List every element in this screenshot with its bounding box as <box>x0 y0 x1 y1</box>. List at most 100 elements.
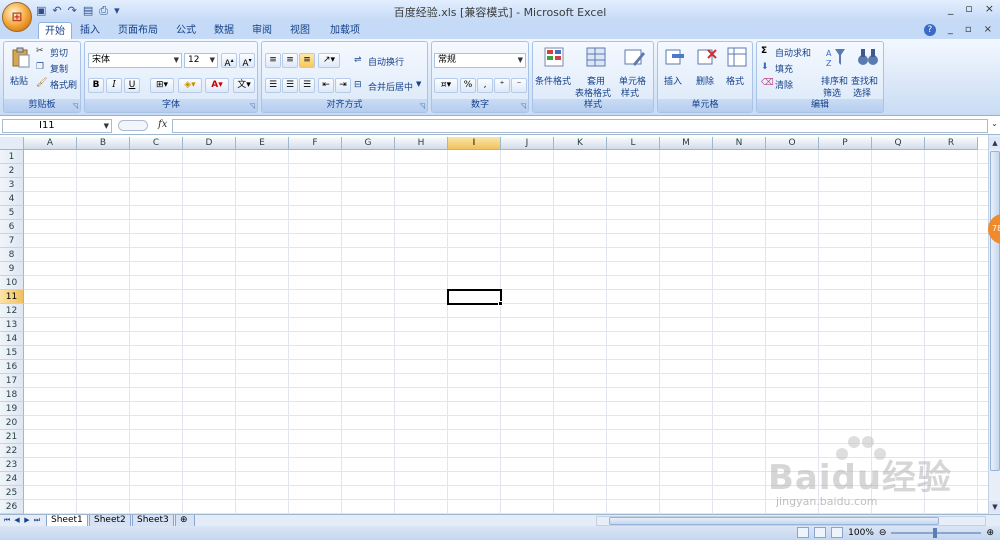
tab-data[interactable]: 数据 <box>208 22 240 39</box>
row-header-25[interactable]: 25 <box>0 486 24 500</box>
row-header-10[interactable]: 10 <box>0 276 24 290</box>
column-header-l[interactable]: L <box>607 137 660 150</box>
number-format-select[interactable]: 常规 ▼ <box>434 53 526 68</box>
insert-function-button[interactable]: fx <box>158 119 167 130</box>
delete-cells-button[interactable]: 删除 <box>692 44 722 100</box>
format-as-table-button[interactable]: 套用 表格格式 <box>575 44 615 100</box>
row-header-12[interactable]: 12 <box>0 304 24 318</box>
column-header-p[interactable]: P <box>819 137 872 150</box>
row-header-8[interactable]: 8 <box>0 248 24 262</box>
increase-indent-button[interactable]: ⇥ <box>335 78 351 93</box>
accounting-format-button[interactable]: ¤▾ <box>434 78 458 93</box>
align-middle-button[interactable]: ≡ <box>282 53 298 68</box>
column-header-m[interactable]: M <box>660 137 713 150</box>
tab-home[interactable]: 开始 <box>38 22 72 39</box>
row-header-23[interactable]: 23 <box>0 458 24 472</box>
column-header-r[interactable]: R <box>925 137 978 150</box>
expand-formula-bar-icon[interactable]: ⌄ <box>989 119 1000 133</box>
phonetic-button[interactable]: 文▾ <box>233 78 255 93</box>
find-select-button[interactable]: 查找和 选择 <box>851 44 883 100</box>
formula-input[interactable] <box>172 119 988 133</box>
first-sheet-icon[interactable]: ⏮ <box>2 515 12 526</box>
column-header-j[interactable]: J <box>501 137 554 150</box>
align-right-button[interactable]: ☰ <box>299 78 315 93</box>
row-header-17[interactable]: 17 <box>0 374 24 388</box>
row-header-2[interactable]: 2 <box>0 164 24 178</box>
column-header-a[interactable]: A <box>24 137 77 150</box>
ribbon-close-button[interactable]: × <box>984 24 992 36</box>
clear-button[interactable]: ⌫ 清除 <box>761 77 821 91</box>
italic-button[interactable]: I <box>106 78 122 93</box>
paste-button[interactable]: 粘贴 <box>8 44 32 96</box>
office-button[interactable]: ⊞ <box>2 2 32 32</box>
zoom-in-icon[interactable]: ⊕ <box>986 528 994 538</box>
next-sheet-icon[interactable]: ▶ <box>22 515 32 526</box>
column-header-k[interactable]: K <box>554 137 607 150</box>
page-break-view-button[interactable] <box>831 527 844 538</box>
maximize-button[interactable]: ▫ <box>965 2 972 15</box>
name-box[interactable]: I11 ▼ <box>2 119 112 133</box>
row-header-15[interactable]: 15 <box>0 346 24 360</box>
dialog-launcher-icon[interactable]: ◹ <box>521 102 526 110</box>
page-layout-view-button[interactable] <box>814 527 827 538</box>
row-header-13[interactable]: 13 <box>0 318 24 332</box>
row-header-16[interactable]: 16 <box>0 360 24 374</box>
conditional-formatting-button[interactable]: 条件格式 <box>535 44 573 100</box>
help-icon[interactable]: ? <box>923 24 936 36</box>
ribbon-restore-button[interactable]: ▫ <box>965 24 972 36</box>
row-header-19[interactable]: 19 <box>0 402 24 416</box>
tab-addins[interactable]: 加载项 <box>324 22 366 39</box>
scroll-down-icon[interactable]: ▼ <box>989 501 1000 513</box>
align-top-button[interactable]: ≡ <box>265 53 281 68</box>
fill-color-button[interactable]: ◈▾ <box>178 78 202 93</box>
percent-button[interactable]: % <box>460 78 476 93</box>
decrease-indent-button[interactable]: ⇤ <box>318 78 334 93</box>
font-name-select[interactable]: 宋体 ▼ <box>88 53 182 68</box>
column-header-n[interactable]: N <box>713 137 766 150</box>
zoom-knob[interactable] <box>933 527 938 538</box>
row-header-7[interactable]: 7 <box>0 234 24 248</box>
row-header-6[interactable]: 6 <box>0 220 24 234</box>
minimize-button[interactable]: _ <box>948 2 954 15</box>
column-header-o[interactable]: O <box>766 137 819 150</box>
row-header-26[interactable]: 26 <box>0 500 24 514</box>
align-left-button[interactable]: ☰ <box>265 78 281 93</box>
vertical-scrollbar[interactable]: ▲ ▼ <box>988 135 1000 515</box>
decrease-decimal-button[interactable]: ⁻ <box>511 78 527 93</box>
comma-button[interactable]: , <box>477 78 493 93</box>
underline-button[interactable]: U <box>124 78 140 93</box>
column-header-d[interactable]: D <box>183 137 236 150</box>
borders-button[interactable]: ⊞▾ <box>150 78 174 93</box>
row-header-21[interactable]: 21 <box>0 430 24 444</box>
row-header-1[interactable]: 1 <box>0 150 24 164</box>
column-header-c[interactable]: C <box>130 137 183 150</box>
bold-button[interactable]: B <box>88 78 104 93</box>
column-header-b[interactable]: B <box>77 137 130 150</box>
column-header-f[interactable]: F <box>289 137 342 150</box>
font-color-button[interactable]: A▾ <box>205 78 229 93</box>
row-header-3[interactable]: 3 <box>0 178 24 192</box>
column-header-i[interactable]: I <box>448 137 501 150</box>
row-header-22[interactable]: 22 <box>0 444 24 458</box>
row-header-18[interactable]: 18 <box>0 388 24 402</box>
fill-handle[interactable] <box>498 301 503 306</box>
row-header-5[interactable]: 5 <box>0 206 24 220</box>
format-cells-button[interactable]: 格式 <box>722 44 752 100</box>
dialog-launcher-icon[interactable]: ◹ <box>73 102 78 110</box>
zoom-slider[interactable] <box>891 527 982 538</box>
vertical-scroll-thumb[interactable] <box>990 151 1000 471</box>
grow-font-button[interactable]: A▴ <box>221 53 237 69</box>
row-header-9[interactable]: 9 <box>0 262 24 276</box>
align-center-button[interactable]: ☰ <box>282 78 298 93</box>
increase-decimal-button[interactable]: ⁺ <box>494 78 510 93</box>
dialog-launcher-icon[interactable]: ◹ <box>250 102 255 110</box>
shrink-font-button[interactable]: A▾ <box>239 53 255 69</box>
active-cell[interactable] <box>447 289 502 305</box>
tab-insert[interactable]: 插入 <box>74 22 106 39</box>
ribbon-minimize-button[interactable]: _ <box>948 24 953 36</box>
row-header-14[interactable]: 14 <box>0 332 24 346</box>
select-all-corner[interactable] <box>0 137 24 150</box>
normal-view-button[interactable] <box>797 527 810 538</box>
font-size-select[interactable]: 12 ▼ <box>184 53 218 68</box>
wrap-text-button[interactable]: ⇌ 自动换行 <box>354 53 426 68</box>
